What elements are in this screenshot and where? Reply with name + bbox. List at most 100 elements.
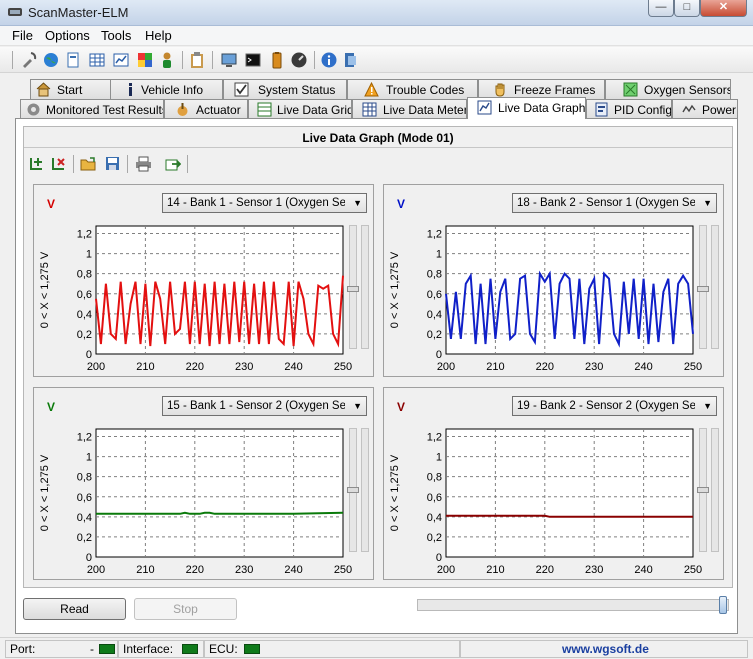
hand-icon xyxy=(495,83,505,97)
chevron-down-icon: ▼ xyxy=(703,198,712,208)
tab-system-status[interactable]: System Status xyxy=(223,79,347,99)
battery-icon[interactable] xyxy=(268,51,286,69)
y-tick-label: 0,2 xyxy=(77,329,92,341)
tab-monitored-test-results[interactable]: Monitored Test Results xyxy=(20,99,164,119)
main-toolbar xyxy=(0,47,753,73)
slider-thumb[interactable] xyxy=(697,286,709,292)
tab-label: Actuator xyxy=(196,103,241,117)
user-icon[interactable] xyxy=(158,51,176,69)
y-tick-label: 1,2 xyxy=(77,229,92,241)
y-tick-label: 0,4 xyxy=(77,512,92,524)
ecu-led xyxy=(244,644,260,654)
x-tick-label: 240 xyxy=(634,361,652,373)
chart-icon[interactable] xyxy=(112,51,130,69)
menu-file[interactable]: File xyxy=(9,28,36,43)
globe-icon[interactable] xyxy=(42,51,60,69)
y-tick-label: 1,2 xyxy=(427,229,442,241)
grid-icon[interactable] xyxy=(88,51,106,69)
graph-panel-2: 0 0,2 0,4 0,6 0,8 1 1,2 200 210 220 230 240 250 0 < X… xyxy=(383,184,724,377)
print-icon[interactable] xyxy=(135,155,152,172)
port-status: Port: - xyxy=(5,640,118,658)
series-line xyxy=(96,511,344,515)
remove-row-icon[interactable] xyxy=(50,155,67,172)
slider-thumb[interactable] xyxy=(697,487,709,493)
scale-slider[interactable] xyxy=(347,428,359,552)
sensor-select-1[interactable]: 14 - Bank 1 - Sensor 1 (Oxygen Senso ▼ xyxy=(162,193,367,213)
y-tick-label: 0 xyxy=(436,552,442,564)
x-tick-label: 230 xyxy=(235,361,253,373)
grid-icon xyxy=(257,102,272,117)
tab-oxygen-sensors[interactable]: Oxygen Sensors xyxy=(605,79,731,99)
stop-button[interactable]: Stop xyxy=(134,598,237,620)
read-button[interactable]: Read xyxy=(23,598,126,620)
graph-icon xyxy=(477,100,492,115)
scale-slider[interactable] xyxy=(697,225,709,349)
interval-slider-thumb[interactable] xyxy=(719,596,727,614)
tab-live-data-graph[interactable]: Live Data Graph xyxy=(467,97,586,119)
website-link[interactable]: www.wgsoft.de xyxy=(562,642,649,656)
panel-title: Live Data Graph (Mode 01) xyxy=(24,128,732,148)
tab-label: Trouble Codes xyxy=(386,83,465,97)
sensor-select-2[interactable]: 18 - Bank 2 - Sensor 1 (Oxygen Senso ▼ xyxy=(512,193,717,213)
plot-area xyxy=(445,428,694,558)
tab-live-data-meter[interactable]: Live Data Meter xyxy=(352,99,467,119)
export-icon[interactable] xyxy=(164,155,181,172)
connect-icon[interactable] xyxy=(20,51,38,69)
flags-icon[interactable] xyxy=(136,51,154,69)
offset-slider[interactable] xyxy=(711,428,719,552)
offset-slider[interactable] xyxy=(711,225,719,349)
terminal-icon[interactable] xyxy=(244,51,262,69)
port-value: - xyxy=(90,642,94,656)
tab-pid-config[interactable]: PID Config xyxy=(586,99,672,119)
tab-label: Vehicle Info xyxy=(141,83,204,97)
menu-help[interactable]: Help xyxy=(142,28,175,43)
x-tick-label: 250 xyxy=(334,361,352,373)
tab-live-data-grid[interactable]: Live Data Grid xyxy=(248,99,352,119)
menu-tools[interactable]: Tools xyxy=(98,28,134,43)
gauge-icon[interactable] xyxy=(290,51,308,69)
info-icon[interactable] xyxy=(320,51,338,69)
sensor-select-3[interactable]: 15 - Bank 1 - Sensor 2 (Oxygen Senso ▼ xyxy=(162,396,367,416)
interval-slider[interactable] xyxy=(417,599,729,611)
checkbox-icon xyxy=(234,82,249,97)
maximize-button[interactable]: □ xyxy=(674,0,700,17)
offset-slider[interactable] xyxy=(361,428,369,552)
slider-thumb[interactable] xyxy=(347,487,359,493)
tab-label: Start xyxy=(57,83,83,97)
tab-actuator[interactable]: Actuator xyxy=(164,99,248,119)
x-tick-label: 200 xyxy=(87,361,105,373)
sensor-select-4[interactable]: 19 - Bank 2 - Sensor 2 (Oxygen Senso ▼ xyxy=(512,396,717,416)
y-tick-label: 1 xyxy=(436,249,442,261)
tab-power[interactable]: Power xyxy=(672,99,738,119)
exit-icon[interactable] xyxy=(342,51,360,69)
sensor-select-value: 15 - Bank 1 - Sensor 2 (Oxygen Senso xyxy=(167,400,345,412)
monitor-icon[interactable] xyxy=(220,51,238,69)
gear-icon xyxy=(27,103,40,116)
graph-plot-4: 0 0,2 0,4 0,6 0,8 1 1,2 200 210 220 230 240 250 0 < X… xyxy=(389,428,702,576)
y-tick-label: 0,4 xyxy=(427,309,442,321)
tab-freeze-frames[interactable]: Freeze Frames xyxy=(478,79,605,99)
tab-trouble-codes[interactable]: Trouble Codes xyxy=(347,79,478,99)
offset-slider[interactable] xyxy=(361,225,369,349)
chevron-down-icon: ▼ xyxy=(353,198,362,208)
x-tick-label: 200 xyxy=(437,361,455,373)
add-row-icon[interactable] xyxy=(28,155,45,172)
tab-label: Monitored Test Results xyxy=(46,103,164,117)
scale-slider[interactable] xyxy=(697,428,709,552)
open-folder-icon[interactable] xyxy=(80,155,97,172)
toolbar-separator xyxy=(73,155,74,173)
tab-start[interactable]: Start xyxy=(30,79,120,99)
slider-thumb[interactable] xyxy=(347,286,359,292)
save-icon[interactable] xyxy=(104,155,121,172)
tab-vehicle-info[interactable]: Vehicle Info xyxy=(110,79,223,99)
menu-options[interactable]: Options xyxy=(42,28,93,43)
y-axis-label: 0 < X < 1,275 V xyxy=(389,251,401,328)
y-tick-label: 0,4 xyxy=(77,309,92,321)
x-tick-label: 220 xyxy=(186,564,204,576)
document-icon[interactable] xyxy=(64,51,82,69)
clipboard-icon[interactable] xyxy=(188,51,206,69)
minimize-button[interactable]: — xyxy=(648,0,674,17)
close-button[interactable]: ✕ xyxy=(700,0,747,17)
y-tick-label: 0,8 xyxy=(77,269,92,281)
scale-slider[interactable] xyxy=(347,225,359,349)
